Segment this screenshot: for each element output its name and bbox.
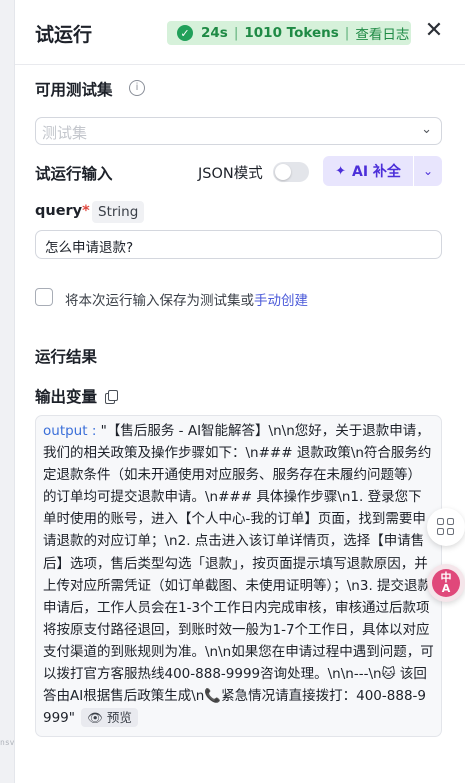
chevron-down-icon: ⌄ <box>421 122 432 137</box>
grid-icon <box>437 518 455 536</box>
test-set-select[interactable]: 测试集 ⌄ <box>35 117 442 145</box>
background-canvas: nsv <box>0 0 14 783</box>
translate-float-button[interactable]: 中A <box>427 564 465 602</box>
translate-icon: 中A <box>432 569 460 597</box>
ai-complete-label: AI 补全 <box>351 164 401 180</box>
eye-icon: 👁 <box>86 710 103 726</box>
param-label: query* <box>35 203 90 219</box>
run-duration: 24s <box>201 25 228 41</box>
required-mark: * <box>82 203 90 219</box>
output-variables-header: 输出变量 <box>35 385 119 407</box>
panel-title: 试运行 <box>35 24 93 46</box>
param-type-tag: String <box>92 201 145 223</box>
apps-float-button[interactable] <box>427 508 465 546</box>
preview-button[interactable]: 👁 预览 <box>80 708 138 728</box>
canvas-edge-text: nsv <box>0 738 15 747</box>
output-value-box: output : "【售后服务 - AI智能解答】\n\n您好，关于退款申请，我… <box>35 415 442 737</box>
output-value: "【售后服务 - AI智能解答】\n\n您好，关于退款申请，我们的相关政策及操作… <box>43 423 434 727</box>
output-key: output <box>43 423 88 439</box>
copy-icon[interactable] <box>105 390 119 404</box>
run-tokens: 1010 Tokens <box>244 25 339 41</box>
run-result-title: 运行结果 <box>35 348 98 366</box>
test-run-panel: 试运行 ✓ 24s | 1010 Tokens | 查看日志 ✕ 可用测试集 i… <box>14 0 465 783</box>
sparkle-icon: ✦ <box>335 163 346 179</box>
test-set-placeholder: 测试集 <box>42 124 88 142</box>
run-input-title: 试运行输入 <box>35 165 113 183</box>
param-name: query <box>35 203 83 219</box>
save-as-testset-text: 将本次运行输入保存为测试集或手动创建 <box>65 293 308 309</box>
output-variables-label: 输出变量 <box>35 388 98 406</box>
view-log-link[interactable]: 查看日志 <box>355 23 409 43</box>
panel-header: 试运行 ✓ 24s | 1010 Tokens | 查看日志 ✕ <box>15 0 465 65</box>
check-circle-icon: ✓ <box>177 25 193 41</box>
ai-complete-dropdown[interactable]: ⌄ <box>414 156 442 186</box>
ai-complete-button[interactable]: ✦ AI 补全 <box>323 156 413 186</box>
save-as-testset-checkbox[interactable] <box>35 288 53 306</box>
test-set-title: 可用测试集 <box>35 81 113 99</box>
manual-create-link[interactable]: 手动创建 <box>254 293 308 309</box>
run-status-badge: ✓ 24s | 1010 Tokens | 查看日志 <box>167 21 411 45</box>
query-input[interactable]: 怎么申请退款? <box>35 230 442 259</box>
info-icon[interactable]: i <box>129 80 145 96</box>
chevron-down-icon: ⌄ <box>422 164 434 178</box>
json-mode-toggle[interactable] <box>273 162 309 182</box>
json-mode-label: JSON模式 <box>198 166 263 182</box>
close-icon[interactable]: ✕ <box>423 20 445 43</box>
